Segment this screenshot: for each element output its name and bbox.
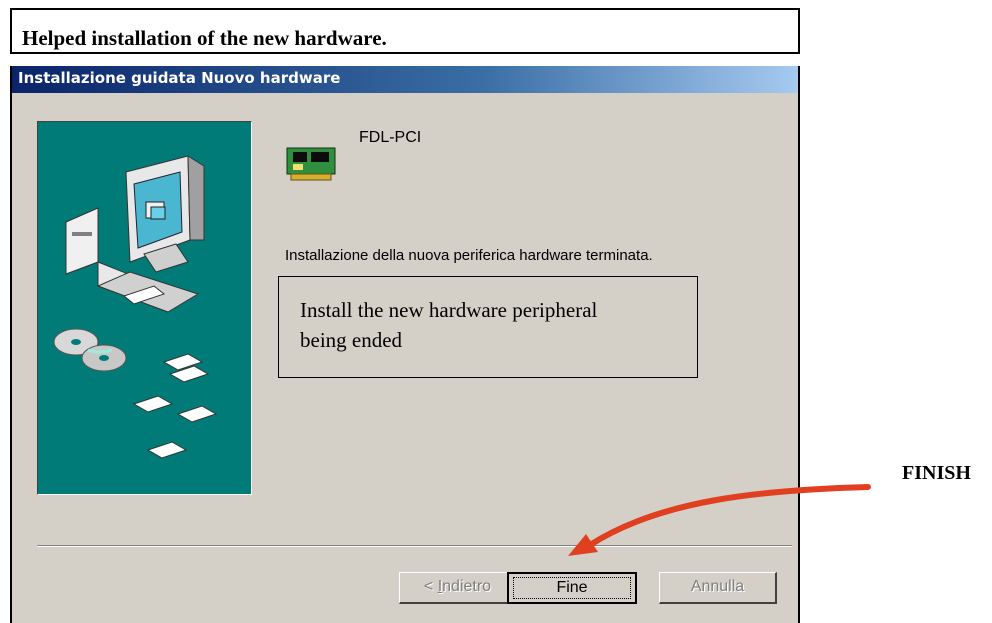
back-prefix: < — [423, 578, 438, 595]
wizard-art — [53, 155, 218, 459]
finish-callout-label: FINISH — [902, 462, 971, 484]
cancel-label: Annulla — [690, 578, 745, 595]
wizard-illustration — [37, 121, 252, 495]
status-message: Installazione della nuova periferica har… — [285, 247, 653, 264]
title-bar[interactable]: Installazione guidata Nuovo hardware — [12, 66, 798, 93]
separator-line — [37, 545, 792, 547]
cd-icon — [53, 328, 127, 372]
cancel-button[interactable]: Annulla — [659, 572, 777, 604]
pci-card-icon — [286, 147, 336, 181]
finish-button[interactable]: Fine — [507, 572, 637, 604]
back-button[interactable]: < Indietro — [399, 572, 517, 604]
annotation-text: Install the new hardware peripheral bein… — [300, 298, 598, 352]
device-name: FDL-PCI — [359, 129, 422, 146]
window-title: Installazione guidata Nuovo hardware — [18, 69, 341, 87]
focus-rect — [513, 577, 631, 599]
floppy-icon — [132, 353, 218, 459]
caption-title: Helped installation of the new hardware. — [22, 26, 387, 50]
back-label: ndietro — [442, 578, 492, 595]
computer-icon — [65, 155, 205, 313]
